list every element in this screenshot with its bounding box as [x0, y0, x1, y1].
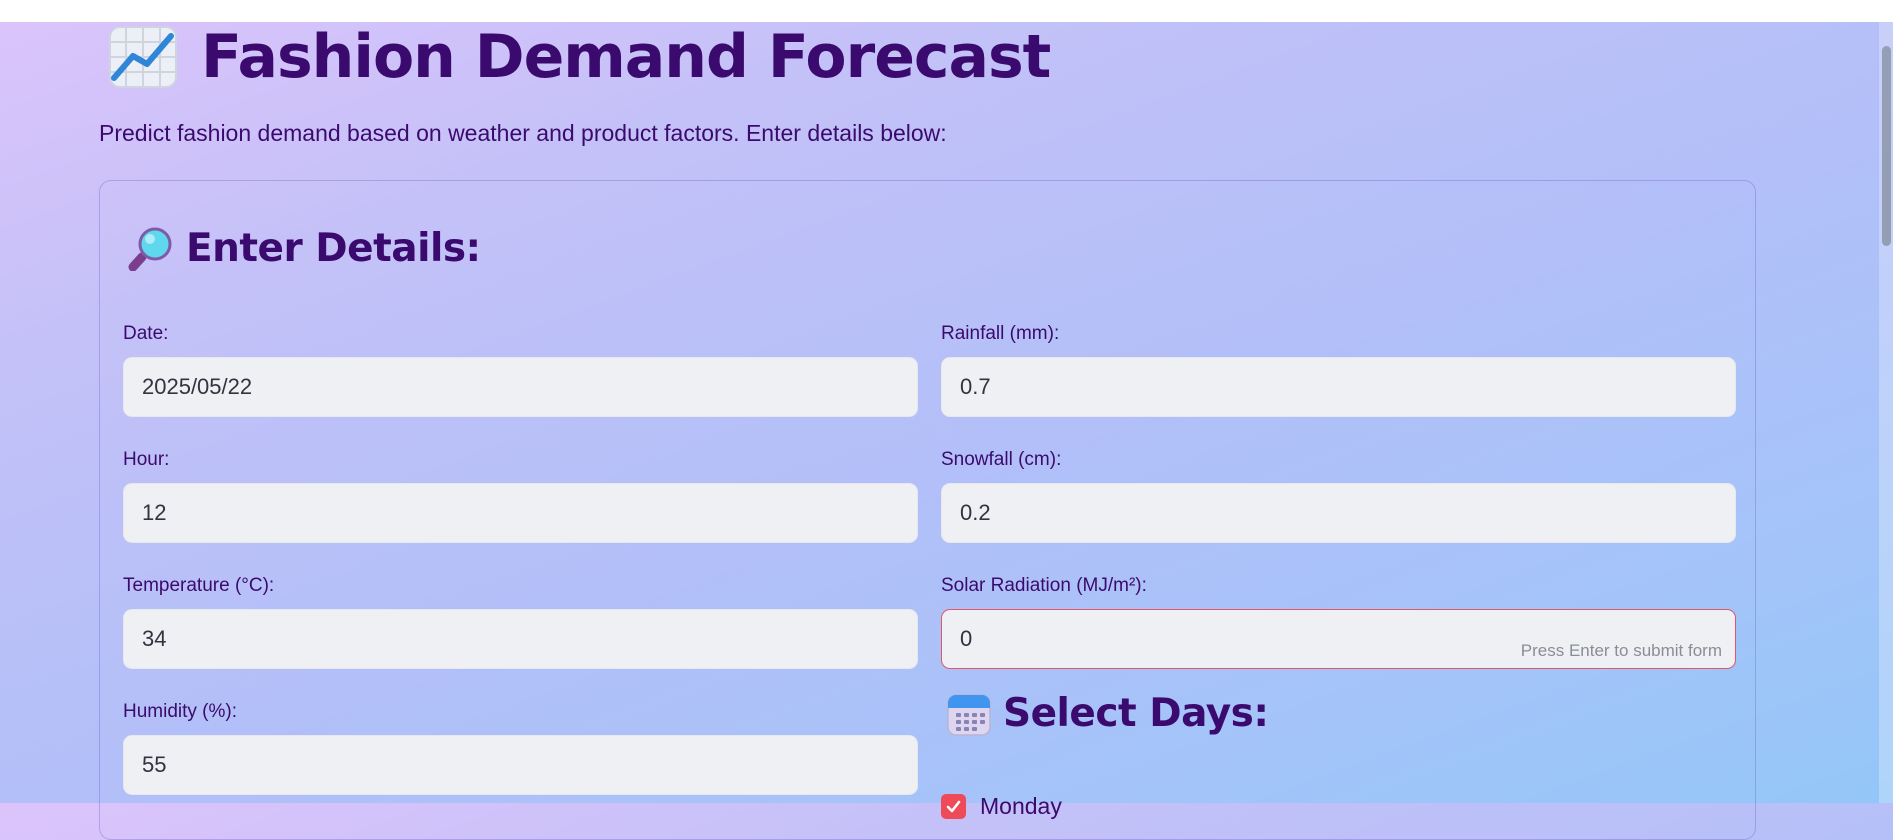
submit-hint: Press Enter to submit form: [1520, 641, 1722, 660]
browser-top-bar: [0, 0, 1893, 22]
chart-increasing-icon: [109, 26, 177, 88]
hour-label: Hour:: [123, 449, 170, 470]
select-days-title: Select Days:: [1003, 691, 1269, 736]
page-title: Fashion Demand Forecast: [201, 22, 1051, 92]
checkmark-icon: [946, 800, 961, 813]
scrollbar-thumb[interactable]: [1882, 46, 1891, 246]
humidity-field: Humidity (%):: [123, 701, 918, 795]
hour-field: Hour:: [123, 449, 918, 543]
date-input[interactable]: [123, 357, 918, 417]
rainfall-input[interactable]: [941, 357, 1736, 417]
calendar-icon: [947, 693, 991, 736]
enter-details-title: Enter Details:: [186, 225, 481, 271]
enter-details-header: Enter Details:: [128, 225, 481, 271]
page-subtitle: Predict fashion demand based on weather …: [99, 120, 947, 146]
scrollbar[interactable]: [1879, 22, 1893, 803]
magnifying-glass-icon: [128, 227, 172, 271]
solar-radiation-label: Solar Radiation (MJ/m²):: [941, 575, 1147, 596]
snowfall-field: Snowfall (cm):: [941, 449, 1736, 543]
rainfall-label: Rainfall (mm):: [941, 323, 1060, 344]
temperature-field: Temperature (°C):: [123, 575, 918, 669]
snowfall-input[interactable]: [941, 483, 1736, 543]
day-checkbox-monday[interactable]: Monday: [941, 793, 1062, 820]
rainfall-field: Rainfall (mm):: [941, 323, 1736, 417]
date-field: Date:: [123, 323, 918, 417]
solar-radiation-field: Solar Radiation (MJ/m²): Press Enter to …: [941, 575, 1736, 669]
humidity-label: Humidity (%):: [123, 701, 238, 722]
title-row: Fashion Demand Forecast: [109, 22, 1051, 92]
date-label: Date:: [123, 323, 169, 344]
humidity-input[interactable]: [123, 735, 918, 795]
temperature-input[interactable]: [123, 609, 918, 669]
temperature-label: Temperature (°C):: [123, 575, 275, 596]
day-label-monday: Monday: [980, 793, 1062, 819]
checkbox-checked[interactable]: [941, 794, 966, 819]
snowfall-label: Snowfall (cm):: [941, 449, 1062, 470]
details-form: Enter Details: Date: Hour: Temperature (…: [99, 180, 1756, 840]
solar-radiation-input-wrap: Press Enter to submit form: [941, 609, 1736, 669]
select-days-header: Select Days:: [947, 691, 1269, 736]
hour-input[interactable]: [123, 483, 918, 543]
